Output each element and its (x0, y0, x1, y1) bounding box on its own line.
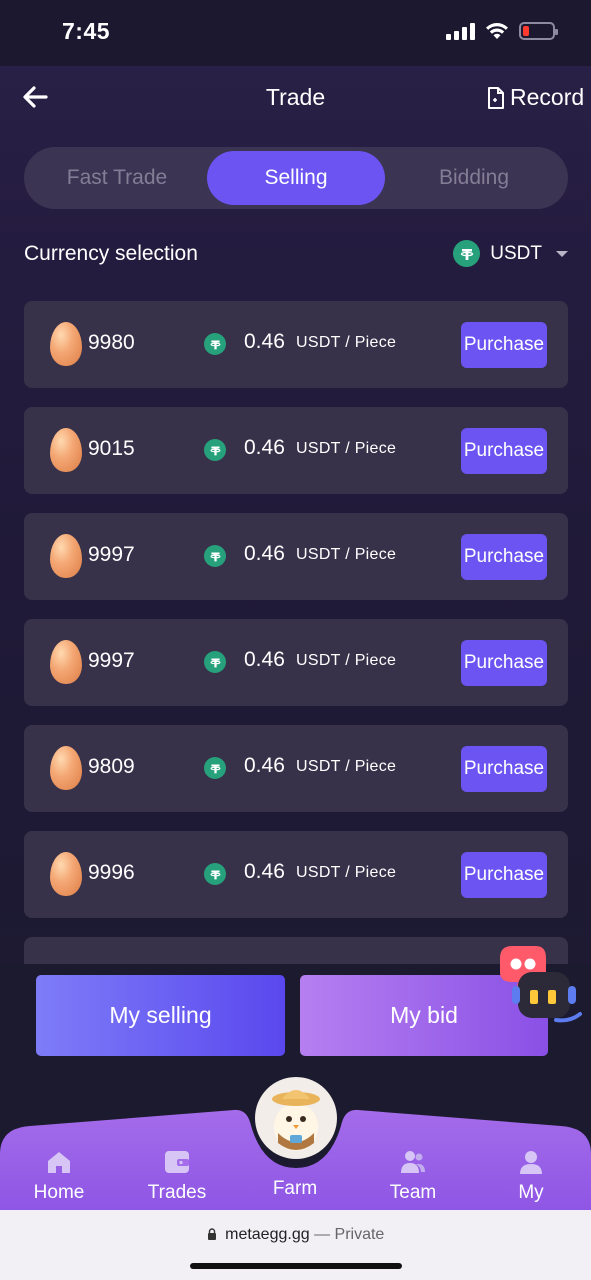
url-domain: metaegg.gg (225, 1226, 310, 1243)
purchase-button[interactable]: Purchase (461, 534, 547, 580)
currency-dropdown[interactable]: USDT (453, 240, 568, 267)
listing-quantity: 9809 (88, 755, 135, 778)
farm-center-button[interactable] (251, 1073, 341, 1163)
tab-selling[interactable]: Selling (207, 151, 385, 205)
listing-card: 9997 0.46 USDT / Piece Purchase (24, 619, 568, 706)
listing-card: 9980 0.46 USDT / Piece Purchase (24, 301, 568, 388)
egg-icon (50, 640, 82, 684)
egg-icon (50, 746, 82, 790)
listing-unit: USDT / Piece (296, 758, 397, 775)
nav-my-label: My (518, 1182, 544, 1203)
listing-quantity: 9015 (88, 437, 135, 460)
document-icon (488, 86, 504, 109)
lock-icon (207, 1228, 216, 1240)
listing-price: 0.46 (244, 330, 285, 353)
purchase-button[interactable]: Purchase (461, 852, 547, 898)
nav-farm-label: Farm (272, 1178, 318, 1199)
user-icon (520, 1151, 542, 1174)
listing-unit: USDT / Piece (296, 440, 397, 457)
listing-quantity: 9997 (88, 649, 135, 672)
listing-price: 0.46 (244, 436, 285, 459)
status-icons (446, 22, 558, 40)
nav-home-label: Home (33, 1182, 85, 1203)
tether-icon (204, 545, 226, 567)
purchase-button[interactable]: Purchase (461, 428, 547, 474)
tether-icon (204, 439, 226, 461)
nav-trades[interactable]: Trades (127, 1148, 227, 1204)
listing-quantity: 9997 (88, 543, 135, 566)
browser-bar: metaegg.gg — Private (0, 1210, 591, 1280)
tether-icon (204, 863, 226, 885)
currency-value: USDT (490, 242, 542, 264)
purchase-button[interactable]: Purchase (461, 746, 547, 792)
home-indicator[interactable] (190, 1263, 402, 1269)
listing-price: 0.46 (244, 860, 285, 883)
listing-card: 9015 0.46 USDT / Piece Purchase (24, 407, 568, 494)
status-time: 7:45 (62, 18, 111, 44)
record-label: Record (510, 84, 585, 110)
tab-fast-trade[interactable]: Fast Trade (28, 151, 206, 205)
listing-unit: USDT / Piece (296, 652, 397, 669)
home-icon (48, 1152, 70, 1173)
app-screen: 7:45 Trade Record Fast Trade Selling Bid… (0, 0, 591, 1280)
header: Trade Record (0, 66, 591, 128)
currency-label: Currency selection (24, 242, 198, 265)
chevron-down-icon (556, 250, 568, 257)
listing-price: 0.46 (244, 542, 285, 565)
trade-tabs: Fast Trade Selling Bidding (24, 147, 568, 209)
tether-icon (204, 651, 226, 673)
tab-bidding[interactable]: Bidding (385, 151, 563, 205)
tether-icon (453, 240, 481, 267)
my-selling-button[interactable]: My selling (36, 975, 285, 1056)
egg-icon (50, 322, 82, 366)
purchase-button[interactable]: Purchase (461, 640, 547, 686)
listing-unit: USDT / Piece (296, 864, 397, 881)
listing-price: 0.46 (244, 648, 285, 671)
url-privacy: — Private (314, 1226, 385, 1243)
url-display[interactable]: metaegg.gg — Private (0, 1226, 591, 1244)
currency-row: Currency selection USDT (24, 238, 568, 274)
egg-icon (50, 852, 82, 896)
nav-my[interactable]: My (481, 1148, 581, 1204)
record-button[interactable]: Record (486, 84, 584, 111)
tether-icon (204, 757, 226, 779)
listing-unit: USDT / Piece (296, 334, 397, 351)
signal-icon (446, 22, 475, 40)
nav-team[interactable]: Team (363, 1148, 463, 1204)
purchase-button[interactable]: Purchase (461, 322, 547, 368)
battery-icon (519, 22, 558, 40)
nav-trades-label: Trades (147, 1182, 207, 1203)
tether-icon (204, 333, 226, 355)
egg-icon (50, 534, 82, 578)
listing-card: 9996 0.46 USDT / Piece Purchase (24, 831, 568, 918)
listing-quantity: 9996 (88, 861, 135, 884)
listing-price: 0.46 (244, 754, 285, 777)
team-icon (401, 1151, 425, 1173)
nav-team-label: Team (389, 1182, 437, 1203)
egg-icon (50, 428, 82, 472)
listing-card: 9997 0.46 USDT / Piece Purchase (24, 513, 568, 600)
support-bot-icon[interactable] (496, 946, 588, 1026)
listing-card: 9809 0.46 USDT / Piece Purchase (24, 725, 568, 812)
listing-unit: USDT / Piece (296, 546, 397, 563)
nav-home[interactable]: Home (9, 1148, 109, 1204)
listing-quantity: 9980 (88, 331, 135, 354)
wifi-icon (486, 23, 508, 39)
wallet-icon (165, 1151, 189, 1173)
chicken-mascot-icon (255, 1077, 337, 1159)
status-bar: 7:45 (0, 0, 591, 66)
